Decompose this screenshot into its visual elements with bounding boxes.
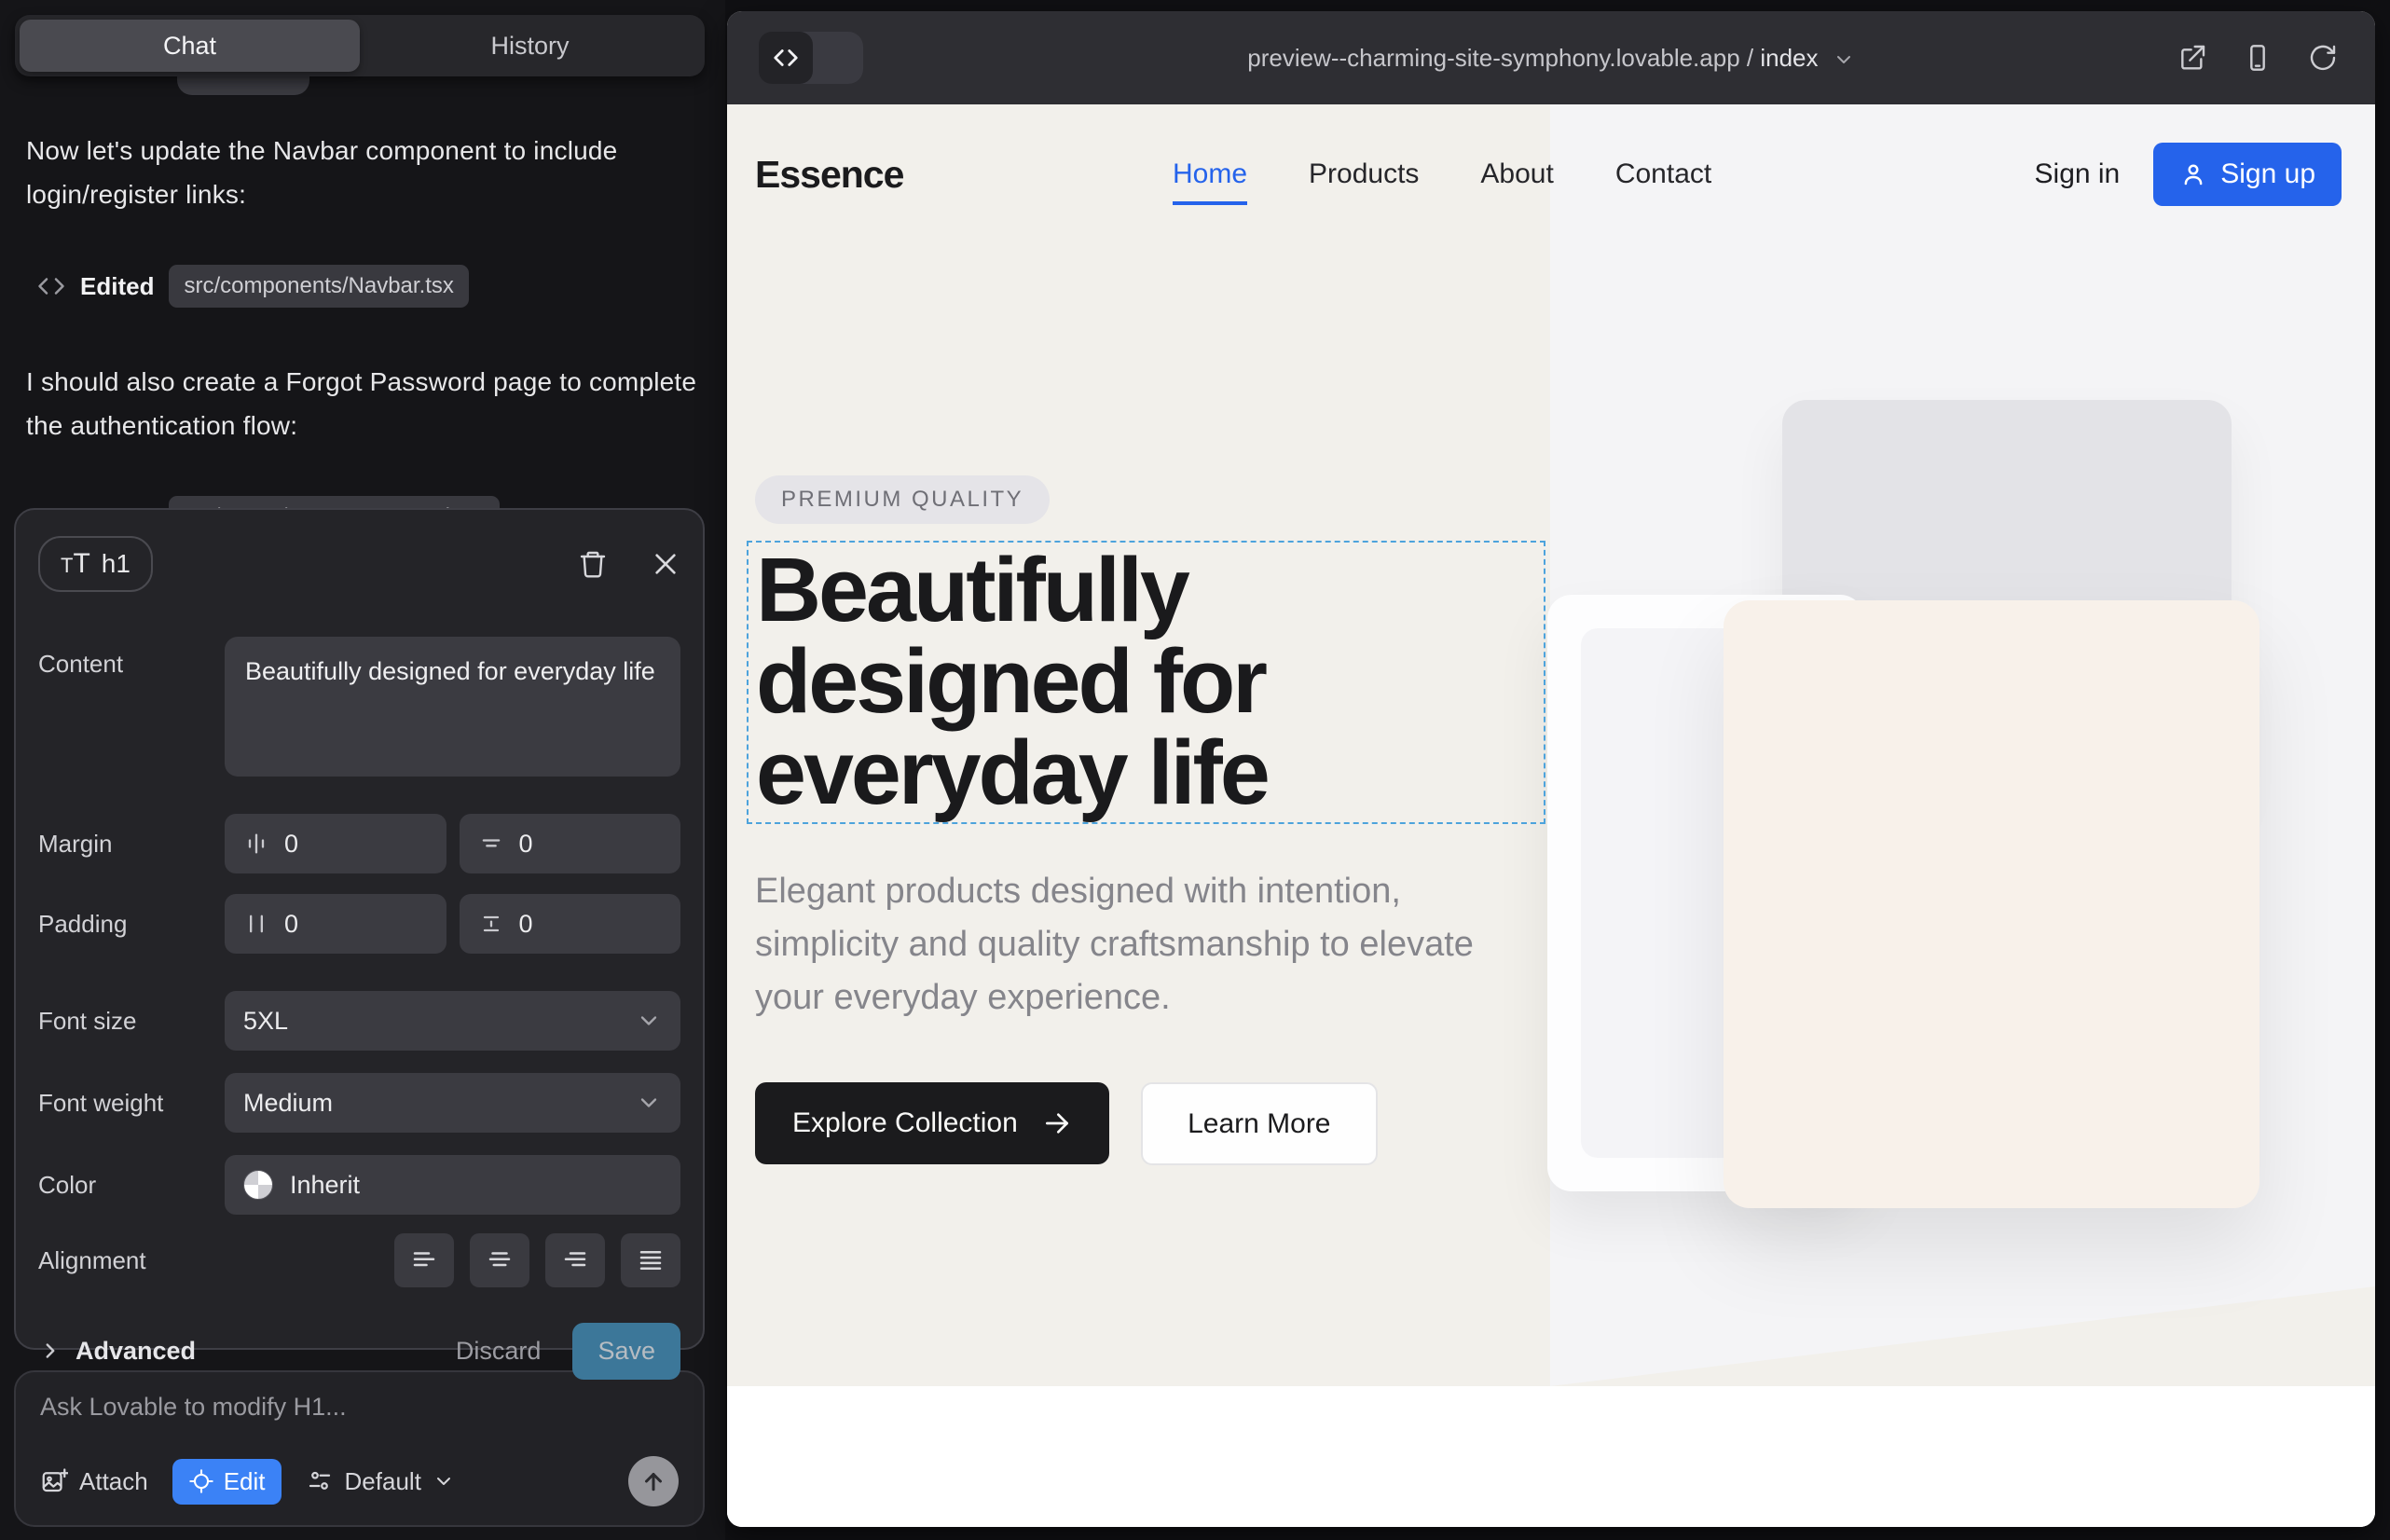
url-path: index	[1760, 44, 1818, 72]
content-textarea[interactable]: Beautifully designed for everyday life	[225, 637, 680, 777]
save-button[interactable]: Save	[572, 1323, 680, 1380]
hero-heading[interactable]: Beautifully designed for everyday life	[756, 544, 1268, 818]
nav-home[interactable]: Home	[1173, 158, 1247, 205]
chat-composer[interactable]: Ask Lovable to modify H1... Attach Edit …	[14, 1370, 705, 1527]
color-label: Color	[38, 1171, 225, 1200]
explore-collection-button[interactable]: Explore Collection	[755, 1082, 1109, 1164]
composer-placeholder[interactable]: Ask Lovable to modify H1...	[40, 1393, 679, 1422]
font-weight-label: Font weight	[38, 1089, 225, 1118]
send-button[interactable]	[628, 1456, 679, 1506]
content-label: Content	[38, 650, 225, 679]
align-left-button[interactable]	[394, 1233, 454, 1287]
open-external-icon[interactable]	[2177, 43, 2207, 73]
sign-up-button[interactable]: Sign up	[2153, 143, 2342, 206]
nav-products[interactable]: Products	[1309, 158, 1419, 190]
site-navbar: Essence Home Products About Contact Sign…	[727, 104, 2375, 244]
color-select[interactable]: Inherit	[225, 1155, 680, 1215]
chevron-down-icon	[636, 1008, 662, 1034]
font-weight-value: Medium	[243, 1089, 333, 1118]
margin-horizontal-icon	[243, 831, 269, 857]
padding-y-value: 0	[519, 910, 533, 939]
arrow-right-icon	[1042, 1108, 1072, 1138]
section-below-hero	[727, 1386, 2375, 1527]
nav-about[interactable]: About	[1480, 158, 1553, 190]
decor-card-cream	[1724, 600, 2260, 1208]
edit-label: Edit	[224, 1467, 266, 1496]
font-size-label: Font size	[38, 1007, 225, 1036]
padding-y-input[interactable]: 0	[460, 894, 681, 954]
target-icon	[188, 1468, 214, 1494]
close-icon[interactable]	[651, 549, 680, 579]
element-editor-panel: TT h1 Content Beautifully designed for e…	[14, 508, 705, 1350]
site-canvas: Essence Home Products About Contact Sign…	[727, 104, 2375, 1527]
font-size-select[interactable]: 5XL	[225, 991, 680, 1051]
padding-horizontal-icon	[243, 911, 269, 937]
font-weight-select[interactable]: Medium	[225, 1073, 680, 1133]
chevron-down-icon	[433, 1470, 455, 1492]
edited-label: Edited	[80, 272, 154, 301]
align-justify-button[interactable]	[621, 1233, 680, 1287]
file-chip[interactable]: src/components/Navbar.tsx	[169, 265, 468, 308]
mobile-view-icon[interactable]	[2243, 43, 2273, 73]
hero-diagonal-wedge	[1550, 1286, 2375, 1386]
color-value: Inherit	[290, 1171, 360, 1200]
padding-label: Padding	[38, 910, 225, 939]
align-right-button[interactable]	[545, 1233, 605, 1287]
attach-label: Attach	[79, 1467, 148, 1496]
align-center-button[interactable]	[470, 1233, 529, 1287]
element-tag-label: h1	[102, 549, 130, 579]
trash-icon[interactable]	[578, 549, 608, 579]
element-tag-pill[interactable]: TT h1	[38, 536, 153, 592]
margin-vertical-icon	[478, 831, 504, 857]
user-icon	[2179, 160, 2207, 188]
code-icon	[37, 272, 65, 300]
chevron-down-icon	[1833, 48, 1855, 71]
sliders-icon	[306, 1467, 334, 1495]
edited-file-row[interactable]: Edited src/components/Navbar.tsx	[37, 265, 699, 308]
preview-topbar: preview--charming-site-symphony.lovable.…	[727, 11, 2375, 104]
sign-in-link[interactable]: Sign in	[2035, 158, 2121, 190]
padding-vertical-icon	[478, 911, 504, 937]
text-type-icon: TT	[61, 552, 90, 576]
premium-quality-badge: PREMIUM QUALITY	[755, 475, 1050, 524]
margin-label: Margin	[38, 830, 225, 859]
default-mode-button[interactable]: Default	[306, 1467, 455, 1496]
lovable-sidebar: Chat History Now let's update the Navbar…	[0, 0, 725, 1540]
advanced-label: Advanced	[76, 1337, 196, 1366]
image-plus-icon	[40, 1467, 68, 1495]
margin-x-value: 0	[284, 830, 298, 859]
padding-x-value: 0	[284, 910, 298, 939]
attach-button[interactable]: Attach	[40, 1467, 148, 1496]
url-bar[interactable]: preview--charming-site-symphony.lovable.…	[727, 44, 2375, 73]
chevron-down-icon	[636, 1090, 662, 1116]
margin-y-value: 0	[519, 830, 533, 859]
margin-x-input[interactable]: 0	[225, 814, 446, 873]
nav-contact[interactable]: Contact	[1615, 158, 1711, 190]
margin-y-input[interactable]: 0	[460, 814, 681, 873]
url-domain: preview--charming-site-symphony.lovable.…	[1247, 44, 1739, 72]
brand-logo[interactable]: Essence	[755, 153, 903, 197]
assistant-message: I should also create a Forgot Password p…	[26, 360, 699, 447]
font-size-value: 5XL	[243, 1007, 288, 1036]
preview-window: preview--charming-site-symphony.lovable.…	[727, 11, 2375, 1527]
hero-paragraph: Elegant products designed with intention…	[755, 865, 1501, 1024]
advanced-toggle[interactable]: Advanced	[38, 1337, 196, 1366]
color-swatch	[243, 1170, 273, 1200]
explore-collection-label: Explore Collection	[792, 1107, 1018, 1139]
chevron-right-icon	[38, 1339, 62, 1363]
tab-history[interactable]: History	[360, 20, 700, 72]
edit-mode-button[interactable]: Edit	[172, 1459, 282, 1505]
tab-chat[interactable]: Chat	[20, 20, 360, 72]
alignment-label: Alignment	[38, 1246, 225, 1275]
learn-more-button[interactable]: Learn More	[1141, 1082, 1378, 1165]
discard-button[interactable]: Discard	[456, 1337, 542, 1366]
default-label: Default	[345, 1467, 421, 1496]
refresh-icon[interactable]	[2308, 43, 2338, 73]
sign-up-label: Sign up	[2220, 158, 2315, 190]
padding-x-input[interactable]: 0	[225, 894, 446, 954]
h1-selection-outline[interactable]: Beautifully designed for everyday life	[747, 541, 1545, 824]
assistant-message: Now let's update the Navbar component to…	[26, 129, 699, 216]
chat-history-tabs: Chat History	[15, 15, 705, 76]
